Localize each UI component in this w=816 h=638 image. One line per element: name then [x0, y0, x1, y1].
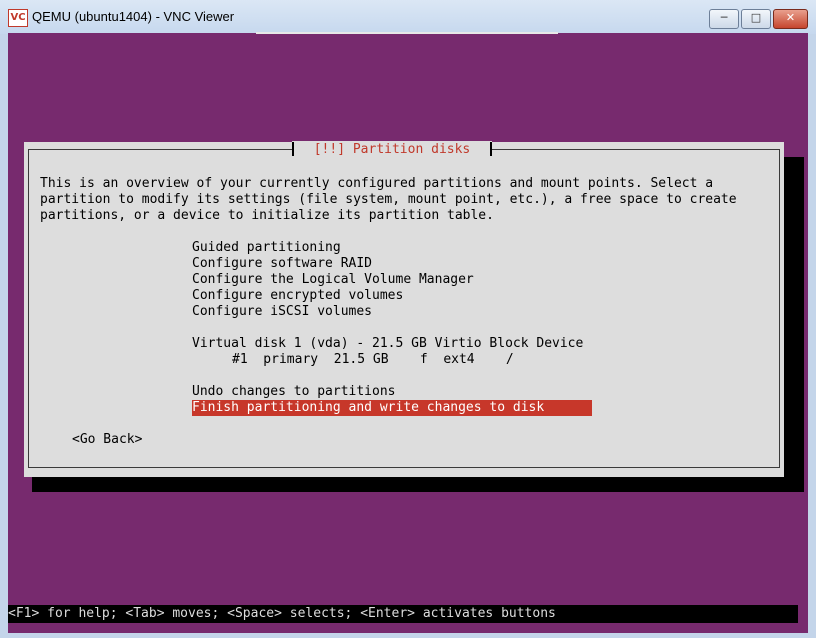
go-back-button[interactable]: <Go Back> — [72, 432, 142, 448]
vnc-app-icon: VC — [8, 9, 28, 27]
minimize-button[interactable]: ─ — [709, 9, 739, 29]
intro-line-2: partition to modify its settings (file s… — [40, 192, 737, 207]
finish-partitioning-option[interactable]: Finish partitioning and write changes to… — [192, 400, 592, 416]
option-guided-partitioning[interactable]: Guided partitioning — [192, 240, 341, 256]
option-lvm[interactable]: Configure the Logical Volume Manager — [192, 272, 474, 288]
maximize-button[interactable]: □ — [741, 9, 771, 29]
title-bar[interactable]: VC QEMU (ubuntu1404) - VNC Viewer ─ □ ✕ — [0, 0, 816, 34]
window-title: QEMU (ubuntu1404) - VNC Viewer — [32, 9, 235, 24]
partition-entry[interactable]: #1 primary 21.5 GB f ext4 / — [232, 352, 514, 368]
undo-changes-option[interactable]: Undo changes to partitions — [192, 384, 396, 400]
close-button[interactable]: ✕ — [773, 9, 808, 29]
intro-line-3: partitions, or a device to initialize it… — [40, 208, 494, 223]
vnc-screen[interactable]: This is an overview of your currently co… — [8, 32, 808, 633]
partition-dialog: This is an overview of your currently co… — [24, 142, 784, 477]
intro-line-1: This is an overview of your currently co… — [40, 176, 714, 191]
option-encrypted-volumes[interactable]: Configure encrypted volumes — [192, 288, 403, 304]
option-software-raid[interactable]: Configure software RAID — [192, 256, 372, 272]
dialog-title: [!!] Partition disks — [292, 141, 492, 159]
top-divider — [256, 32, 558, 34]
status-bar: <F1> for help; <Tab> moves; <Space> sele… — [8, 605, 798, 623]
disk-entry[interactable]: Virtual disk 1 (vda) - 21.5 GB Virtio Bl… — [192, 336, 583, 352]
option-iscsi-volumes[interactable]: Configure iSCSI volumes — [192, 304, 372, 320]
vnc-window: VC QEMU (ubuntu1404) - VNC Viewer ─ □ ✕ … — [0, 0, 816, 638]
